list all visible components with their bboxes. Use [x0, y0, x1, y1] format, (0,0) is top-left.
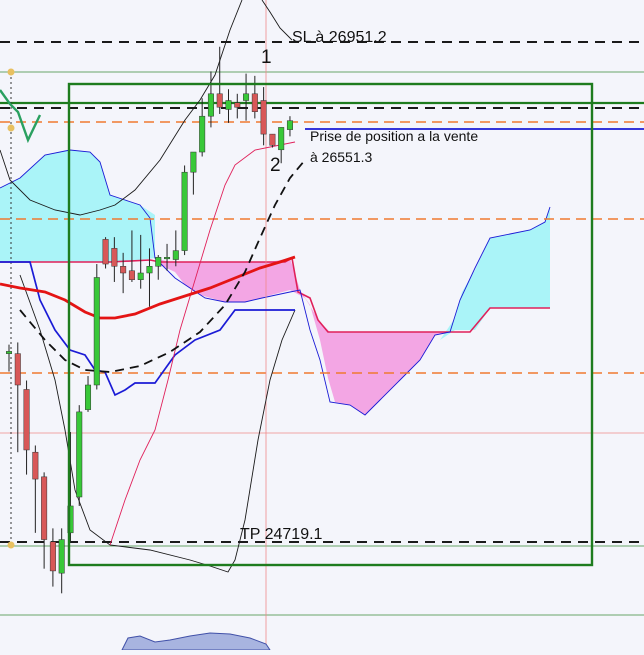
candle-body [207, 93, 214, 117]
candle-body [199, 115, 206, 153]
candle-body [32, 451, 39, 480]
candle-body [14, 353, 21, 386]
candle-body [49, 541, 56, 572]
chart-svg: SL à 26951.2 TP 24719.1 Prise de positio… [0, 0, 644, 651]
candle-body [251, 93, 258, 112]
candle-body [146, 266, 153, 274]
entry-label-line2: à 26551.3 [310, 149, 372, 165]
candle-body [23, 389, 30, 451]
handle-top[interactable] [7, 68, 15, 76]
candle-body [234, 102, 241, 108]
candle-body [286, 120, 293, 130]
candle-body [58, 539, 65, 574]
handle-middle[interactable] [7, 124, 15, 132]
wave-2-label: 2 [270, 155, 281, 176]
candle-body [155, 257, 162, 267]
candle-body [269, 133, 276, 146]
candle-body [216, 93, 223, 108]
candle-body [128, 270, 135, 280]
candle-body [6, 351, 12, 354]
wave-1-label: 1 [261, 47, 272, 68]
ichimoku-trading-chart: SL à 26951.2 TP 24719.1 Prise de positio… [0, 0, 644, 651]
candle-body [120, 266, 127, 274]
candle-body [225, 100, 232, 110]
candle-body [93, 277, 100, 386]
candle-body [164, 257, 171, 260]
take-profit-label: TP 24719.1 [240, 526, 323, 543]
candle-body [137, 272, 144, 280]
entry-label-line1: Prise de position a la vente [310, 128, 478, 144]
candle-body [172, 250, 179, 260]
candle-body [190, 151, 197, 173]
stop-loss-label: SL à 26951.2 [292, 29, 387, 46]
candle-body [181, 171, 188, 251]
candle-body [102, 239, 109, 265]
candle-body [76, 411, 83, 498]
candle-body [243, 93, 250, 101]
candle-body [85, 384, 92, 410]
handle-bottom[interactable] [7, 541, 15, 549]
candle-body [278, 127, 285, 151]
candle-body [260, 100, 267, 135]
candle-body [111, 248, 118, 267]
candle-body [41, 476, 48, 540]
